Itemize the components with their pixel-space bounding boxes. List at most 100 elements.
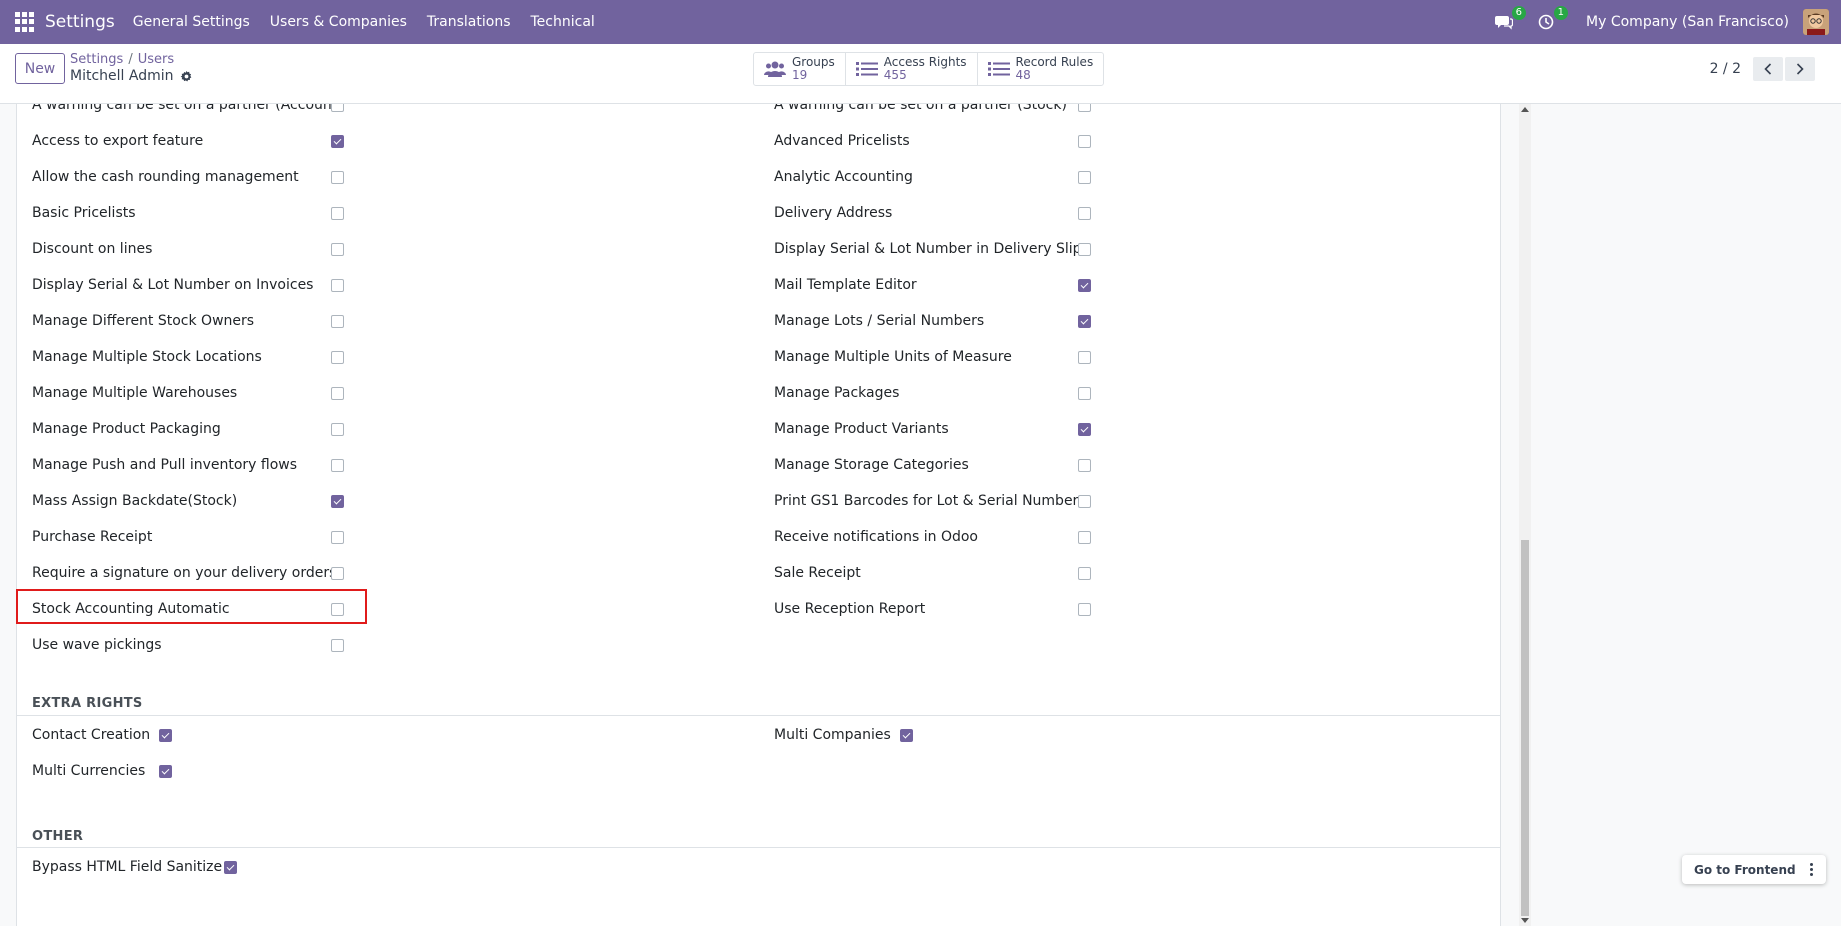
user-avatar[interactable] [1803, 9, 1829, 35]
setting-label: Purchase Receipt [32, 529, 153, 545]
setting-label: A warning can be set on a partner (Stock… [774, 104, 1067, 113]
multi-currencies-row: Multi Currencies [32, 761, 145, 781]
setting-checkbox-advanced-pricelists[interactable] [1078, 135, 1091, 148]
setting-checkbox-use-reception-report[interactable] [1078, 603, 1091, 616]
setting-row-sale-receipt: Sale Receipt [774, 563, 861, 583]
apps-menu-icon[interactable] [15, 12, 35, 32]
setting-checkbox-manage-storage-categories[interactable] [1078, 459, 1091, 472]
menu-general-settings[interactable]: General Settings [133, 14, 250, 30]
setting-checkbox-allow-the-cash-rounding-management[interactable] [331, 171, 344, 184]
setting-checkbox-stock-accounting-automatic[interactable] [331, 603, 344, 616]
setting-label: Manage Lots / Serial Numbers [774, 313, 985, 329]
setting-checkbox-manage-push-and-pull-inventory-flows[interactable] [331, 459, 344, 472]
setting-label: Use wave pickings [32, 637, 162, 653]
setting-checkbox-use-wave-pickings[interactable] [331, 639, 344, 652]
more-vertical-icon[interactable] [1802, 860, 1820, 878]
setting-row-delivery-address: Delivery Address [774, 203, 892, 223]
setting-checkbox-a-warning-can-be-set-on-a-partner-stock[interactable] [1078, 104, 1091, 112]
setting-row-analytic-accounting: Analytic Accounting [774, 167, 913, 187]
setting-checkbox-analytic-accounting[interactable] [1078, 171, 1091, 184]
setting-row-manage-push-and-pull-inventory-flows: Manage Push and Pull inventory flows [32, 455, 297, 475]
scroll-down-arrow-icon[interactable] [1521, 918, 1529, 923]
breadcrumb: Settings / Users [70, 52, 175, 67]
menu-users-companies[interactable]: Users & Companies [270, 14, 407, 30]
setting-row-manage-product-packaging: Manage Product Packaging [32, 419, 221, 439]
setting-row-manage-multiple-stock-locations: Manage Multiple Stock Locations [32, 347, 262, 367]
bypass-html-label: Bypass HTML Field Sanitize [32, 859, 223, 875]
setting-checkbox-delivery-address[interactable] [1078, 207, 1091, 220]
setting-label: Discount on lines [32, 241, 153, 257]
setting-label: Delivery Address [774, 205, 893, 221]
setting-checkbox-display-serial-lot-number-on-invoices[interactable] [331, 279, 344, 292]
setting-checkbox-access-to-export-feature[interactable] [331, 135, 344, 148]
access-rights-count: 455 [883, 68, 907, 82]
scroll-up-arrow-icon[interactable] [1521, 107, 1529, 112]
setting-checkbox-purchase-receipt[interactable] [331, 531, 344, 544]
setting-checkbox-manage-lots-serial-numbers[interactable] [1078, 315, 1091, 328]
gear-icon[interactable] [180, 70, 193, 83]
setting-checkbox-sale-receipt[interactable] [1078, 567, 1091, 580]
setting-label: Print GS1 Barcodes for Lot & Serial Numb… [774, 493, 1086, 509]
setting-row-display-serial-lot-number-in-delivery-slips: Display Serial & Lot Number in Delivery … [774, 239, 1089, 259]
messages-icon[interactable]: 6 [1492, 6, 1527, 34]
breadcrumb-settings[interactable]: Settings [70, 52, 123, 67]
record-name: Mitchell Admin [70, 68, 174, 84]
setting-checkbox-display-serial-lot-number-in-delivery-slips[interactable] [1078, 243, 1091, 256]
setting-label: Manage Packages [774, 385, 900, 401]
vertical-scrollbar[interactable] [1519, 104, 1531, 926]
activities-clock-icon[interactable]: 1 [1534, 6, 1569, 34]
pager-value[interactable]: 2 / 2 [1710, 61, 1741, 77]
contact-creation-checkbox[interactable] [159, 729, 172, 742]
setting-row-stock-accounting-automatic: Stock Accounting Automatic [32, 599, 230, 619]
setting-label: Manage Push and Pull inventory flows [32, 457, 298, 473]
go-to-frontend-button[interactable]: Go to Frontend [1694, 863, 1796, 877]
menu-translations[interactable]: Translations [427, 14, 511, 30]
other-divider [17, 847, 1501, 848]
chevron-right-icon [1796, 63, 1804, 75]
setting-checkbox-manage-product-packaging[interactable] [331, 423, 344, 436]
setting-checkbox-receive-notifications-in-odoo[interactable] [1078, 531, 1091, 544]
new-button[interactable]: New [15, 53, 65, 84]
setting-checkbox-manage-product-variants[interactable] [1078, 423, 1091, 436]
bypass-html-checkbox[interactable] [224, 861, 237, 874]
groups-smart-button[interactable]: Groups 19 [754, 53, 846, 85]
access-rights-smart-button[interactable]: Access Rights 455 [846, 53, 978, 85]
pager-previous-button[interactable] [1753, 57, 1783, 81]
setting-label: Display Serial & Lot Number in Delivery … [774, 241, 1089, 257]
setting-label: Advanced Pricelists [774, 133, 910, 149]
setting-label: Sale Receipt [774, 565, 861, 581]
setting-label: Manage Product Packaging [32, 421, 221, 437]
breadcrumb-users[interactable]: Users [138, 52, 174, 67]
setting-row-discount-on-lines: Discount on lines [32, 239, 152, 259]
multi-currencies-checkbox[interactable] [159, 765, 172, 778]
setting-checkbox-discount-on-lines[interactable] [331, 243, 344, 256]
setting-label: Manage Product Variants [774, 421, 949, 437]
setting-checkbox-mass-assign-backdate-stock[interactable] [331, 495, 344, 508]
setting-checkbox-manage-different-stock-owners[interactable] [331, 315, 344, 328]
extra-rights-title: EXTRA RIGHTS [32, 696, 143, 711]
company-switcher[interactable]: My Company (San Francisco) [1586, 14, 1789, 30]
setting-checkbox-require-a-signature-on-your-delivery-orders[interactable] [331, 567, 344, 580]
setting-label: Display Serial & Lot Number on Invoices [32, 277, 314, 293]
setting-label: Manage Different Stock Owners [32, 313, 255, 329]
menu-technical[interactable]: Technical [531, 14, 595, 30]
setting-checkbox-basic-pricelists[interactable] [331, 207, 344, 220]
setting-checkbox-manage-multiple-units-of-measure[interactable] [1078, 351, 1091, 364]
setting-checkbox-manage-packages[interactable] [1078, 387, 1091, 400]
setting-label: Manage Multiple Warehouses [32, 385, 238, 401]
setting-checkbox-a-warning-can-be-set-on-a-partner-account[interactable] [331, 104, 344, 112]
setting-row-a-warning-can-be-set-on-a-partner-account: A warning can be set on a partner (Accou… [32, 104, 343, 115]
record-title: Mitchell Admin [70, 68, 193, 84]
list-icon [987, 62, 1010, 76]
setting-row-manage-product-variants: Manage Product Variants [774, 419, 949, 439]
multi-companies-checkbox[interactable] [900, 729, 913, 742]
setting-checkbox-manage-multiple-warehouses[interactable] [331, 387, 344, 400]
setting-checkbox-print-gs1-barcodes-for-lot-serial-numbers[interactable] [1078, 495, 1091, 508]
setting-row-require-a-signature-on-your-delivery-orders: Require a signature on your delivery ord… [32, 563, 336, 583]
app-name[interactable]: Settings [45, 12, 115, 32]
setting-checkbox-manage-multiple-stock-locations[interactable] [331, 351, 344, 364]
record-rules-smart-button[interactable]: Record Rules 48 [978, 53, 1104, 85]
setting-checkbox-mail-template-editor[interactable] [1078, 279, 1091, 292]
scrollbar-thumb[interactable] [1521, 540, 1529, 916]
pager-next-button[interactable] [1785, 57, 1815, 81]
